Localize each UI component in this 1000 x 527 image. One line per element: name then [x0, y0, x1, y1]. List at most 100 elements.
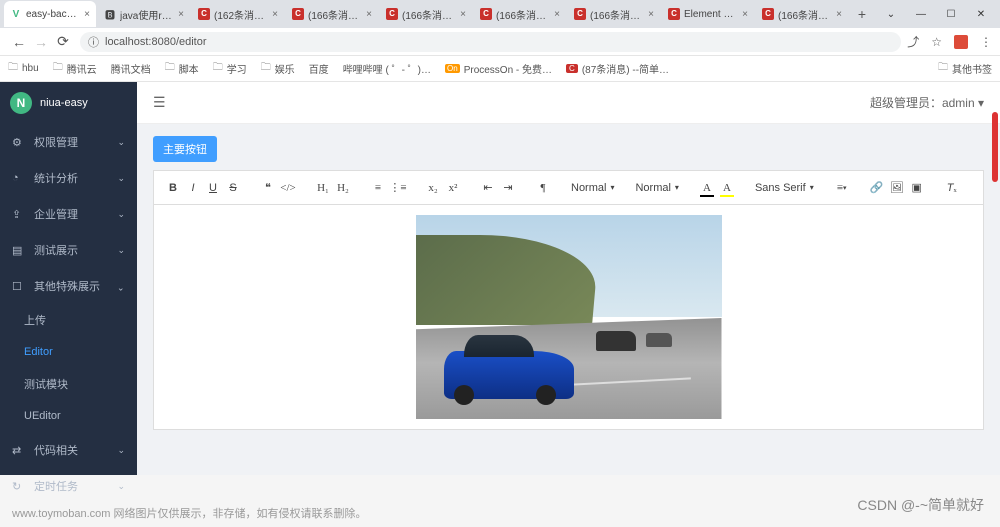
video-button[interactable]: ▣ [908, 178, 926, 198]
menu-icon[interactable]: ⋮ [980, 35, 992, 49]
sidebar-item-other-special[interactable]: ☐其他特殊展示⌃ [0, 268, 137, 304]
sidebar-item-enterprise[interactable]: ⇪企业管理⌄ [0, 196, 137, 232]
sidebar-subitem-upload[interactable]: 上传 [0, 304, 137, 336]
top-bar: ☰ 超级管理员：admin ▾ [137, 82, 1000, 124]
bookmark-item[interactable]: OnProcessOn - 免费… [445, 61, 552, 76]
other-bookmarks[interactable]: 🗀其他书签 [938, 60, 992, 77]
back-button[interactable]: ← [8, 34, 30, 50]
tab-label: (166条消息)… [308, 7, 362, 22]
browser-tab[interactable]: C(166条消息)…× [756, 1, 848, 27]
h1-button[interactable]: H₁ [314, 178, 332, 198]
close-icon[interactable]: × [366, 9, 372, 20]
maximize-button[interactable]: ☐ [936, 9, 966, 20]
extension-icon[interactable] [954, 35, 968, 49]
sidebar-item-label: 代码相关 [34, 442, 78, 458]
sidebar-item-scheduled[interactable]: ↻定时任务⌄ [0, 468, 137, 504]
sidebar-subitem-ueditor[interactable]: UEditor [0, 400, 137, 432]
star-icon[interactable]: ☆ [931, 35, 942, 49]
watermark-text: www.toymoban.com 网络图片仅供展示，非存储，如有侵权请联系删除。 [12, 505, 367, 521]
browser-tab[interactable]: CElement UI…× [662, 1, 754, 27]
bullet-list-button[interactable]: ⋮≡ [389, 178, 407, 198]
close-icon[interactable]: × [554, 9, 560, 20]
font-select[interactable]: Sans Serif▾ [753, 182, 816, 194]
direction-button[interactable]: ¶ [534, 178, 552, 198]
inserted-image[interactable] [416, 215, 722, 419]
code-block-button[interactable]: </> [279, 178, 297, 198]
hamburger-icon[interactable]: ☰ [153, 94, 166, 111]
clear-format-button[interactable]: Tₓ [943, 178, 961, 198]
close-icon[interactable]: × [648, 9, 654, 20]
bookmark-icon: ☐ [12, 280, 26, 293]
h2-button[interactable]: H₂ [334, 178, 352, 198]
underline-button[interactable]: U [204, 178, 222, 198]
tab-label: (166条消息)… [402, 7, 456, 22]
bookmark-item[interactable]: 🗀hbu [8, 60, 39, 77]
sidebar: N niua-easy ⚙权限管理⌄ ◔统计分析⌄ ⇪企业管理⌄ ▤测试展示⌄ … [0, 82, 137, 475]
sidebar-item-permissions[interactable]: ⚙权限管理⌄ [0, 124, 137, 160]
subscript-button[interactable]: x₂ [424, 178, 442, 198]
browser-tab[interactable]: 🅱java使用repl…× [98, 1, 190, 27]
browser-tab[interactable]: C(166条消息)…× [380, 1, 472, 27]
sidebar-item-analytics[interactable]: ◔统计分析⌄ [0, 160, 137, 196]
header-select[interactable]: Normal▾ [633, 182, 680, 194]
browser-tab[interactable]: C(166条消息)…× [286, 1, 378, 27]
forward-button[interactable]: → [30, 34, 52, 50]
brand-name: niua-easy [40, 97, 88, 109]
bookmark-item[interactable]: 🗀腾讯云 [53, 60, 97, 77]
close-icon[interactable]: × [178, 9, 184, 20]
scroll-indicator[interactable] [992, 112, 998, 182]
window-controls: ⌄ — ☐ ✕ [876, 9, 996, 20]
chevron-down-icon[interactable]: ⌄ [876, 9, 906, 20]
code-icon: ⇄ [12, 444, 26, 457]
reload-button[interactable]: ⟳ [52, 33, 74, 50]
sidebar-subitem-editor[interactable]: Editor [0, 336, 137, 368]
chevron-down-icon: ⌄ [117, 245, 125, 256]
user-dropdown[interactable]: 超级管理员：admin ▾ [870, 94, 984, 111]
close-icon[interactable]: × [84, 9, 90, 20]
sidebar-item-test-display[interactable]: ▤测试展示⌄ [0, 232, 137, 268]
bookmark-item[interactable]: 🗀学习 [213, 60, 247, 77]
minimize-button[interactable]: — [906, 9, 936, 20]
bookmark-item[interactable]: 🗀脚本 [165, 60, 199, 77]
blockquote-button[interactable]: ❝ [259, 178, 277, 198]
bookmark-item[interactable]: 🗀娱乐 [261, 60, 295, 77]
sidebar-subitem-test-module[interactable]: 测试模块 [0, 368, 137, 400]
browser-tab[interactable]: C(166条消息)…× [568, 1, 660, 27]
close-icon[interactable]: × [836, 9, 842, 20]
close-icon[interactable]: × [460, 9, 466, 20]
strike-button[interactable]: S [224, 178, 242, 198]
share-icon[interactable]: ⤴ [907, 33, 919, 50]
indent-button[interactable]: ⇥ [499, 178, 517, 198]
bookmark-item[interactable]: 哔哩哔哩 ( ゜- ゜)… [343, 61, 431, 76]
new-tab-button[interactable]: + [850, 6, 874, 22]
browser-tab[interactable]: C(166条消息)…× [474, 1, 566, 27]
browser-tab[interactable]: C(162条消息)…× [192, 1, 284, 27]
folder-icon: 🗀 [938, 60, 948, 77]
sidebar-item-label: 权限管理 [34, 134, 78, 150]
editor-content[interactable] [154, 205, 983, 429]
text-color-button[interactable]: A [698, 178, 716, 198]
close-icon[interactable]: × [742, 9, 748, 20]
site-info-icon[interactable]: ⓘ [88, 34, 99, 50]
superscript-button[interactable]: x² [444, 178, 462, 198]
size-select[interactable]: Normal▾ [569, 182, 616, 194]
bold-button[interactable]: B [164, 178, 182, 198]
browser-tab[interactable]: Veasy-backen× [4, 1, 96, 27]
align-button[interactable]: ≡▾ [833, 178, 851, 198]
chart-icon: ◔ [12, 172, 26, 184]
bookmark-item[interactable]: 腾讯文档 [111, 61, 151, 76]
close-window-button[interactable]: ✕ [966, 9, 996, 20]
bookmark-item[interactable]: C(87条消息) --简单… [566, 61, 669, 76]
ordered-list-button[interactable]: ≡ [369, 178, 387, 198]
bg-color-button[interactable]: A [718, 178, 736, 198]
tab-label: easy-backen [26, 9, 80, 20]
italic-button[interactable]: I [184, 178, 202, 198]
sidebar-item-code[interactable]: ⇄代码相关⌄ [0, 432, 137, 468]
outdent-button[interactable]: ⇤ [479, 178, 497, 198]
url-input[interactable]: ⓘ localhost:8080/editor [80, 32, 901, 52]
close-icon[interactable]: × [272, 9, 278, 20]
bookmark-item[interactable]: 百度 [309, 61, 329, 76]
link-button[interactable]: 🔗 [868, 178, 886, 198]
primary-button[interactable]: 主要按钮 [153, 136, 217, 162]
image-button[interactable]: 🖼 [888, 178, 906, 198]
